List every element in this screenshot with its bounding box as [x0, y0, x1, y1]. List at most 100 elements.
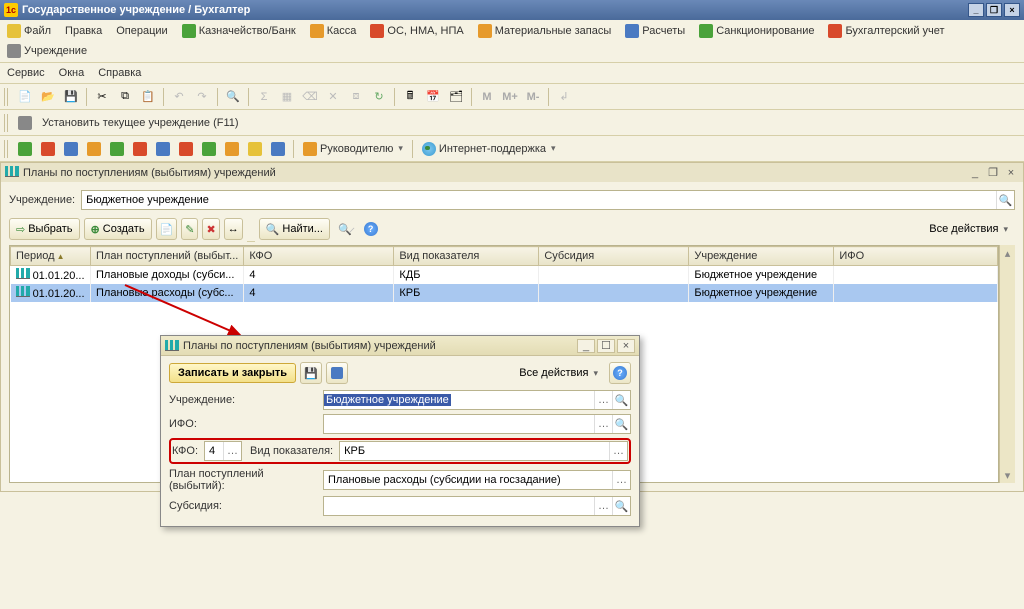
- tb-ext-5[interactable]: ⧈: [346, 87, 366, 107]
- sec-10[interactable]: [222, 139, 242, 159]
- restore-button[interactable]: ❐: [986, 3, 1002, 17]
- copy-row-button[interactable]: 📄: [156, 218, 178, 240]
- dlg-kfo-pick[interactable]: …: [223, 442, 241, 460]
- redo-button[interactable]: ↷: [192, 87, 212, 107]
- col-plan[interactable]: План поступлений (выбыт...: [91, 247, 244, 266]
- sec-4[interactable]: [84, 139, 104, 159]
- grid-scrollbar[interactable]: ▴ ▾: [999, 245, 1015, 483]
- open-button[interactable]: 📂: [38, 87, 58, 107]
- dlg-vid-pick[interactable]: …: [609, 442, 627, 460]
- menu-service[interactable]: Сервис: [4, 65, 48, 81]
- save-button[interactable]: 💾: [61, 87, 81, 107]
- dlg-plan-pick[interactable]: …: [612, 471, 630, 489]
- dialog-save-button[interactable]: 💾: [300, 362, 322, 384]
- col-period[interactable]: Период▲: [11, 247, 91, 266]
- calendar-button[interactable]: 📅: [423, 87, 443, 107]
- dialog-all-actions[interactable]: Все действия: [512, 362, 605, 384]
- find-list-button[interactable]: 🔍Найти...: [259, 218, 330, 240]
- dlg-sub-search[interactable]: 🔍: [612, 497, 630, 515]
- select-button[interactable]: ⇨Выбрать: [9, 218, 80, 240]
- menu-file[interactable]: Файл: [4, 22, 54, 40]
- scroll-down-button[interactable]: ▾: [1000, 467, 1015, 483]
- dlg-vid-input[interactable]: [340, 445, 609, 457]
- m-button[interactable]: M: [477, 87, 497, 107]
- org-field[interactable]: 🔍: [81, 190, 1015, 210]
- dlg-plan-input[interactable]: [324, 474, 612, 486]
- tb-ext-6[interactable]: 🗂: [446, 87, 466, 107]
- subwindow-restore[interactable]: ❐: [985, 166, 1001, 180]
- dialog-close[interactable]: ×: [617, 339, 635, 353]
- menu-operations[interactable]: Операции: [113, 23, 170, 39]
- tb-ext-4[interactable]: ✕: [323, 87, 343, 107]
- org-search-button[interactable]: 🔍: [996, 191, 1014, 209]
- subwindow-close[interactable]: ×: [1003, 166, 1019, 180]
- dialog-extra-button[interactable]: [326, 362, 348, 384]
- dlg-kfo-field[interactable]: …: [204, 441, 242, 461]
- menu-treasury[interactable]: Казначейство/Банк: [179, 22, 299, 40]
- table-row[interactable]: 01.01.20... Плановые расходы (субс... 4 …: [11, 284, 998, 302]
- save-close-button[interactable]: Записать и закрыть: [169, 363, 296, 383]
- col-org[interactable]: Учреждение: [689, 247, 834, 266]
- dlg-org-pick[interactable]: …: [594, 391, 612, 409]
- menu-os[interactable]: ОС, НМА, НПА: [367, 22, 466, 40]
- col-ifo[interactable]: ИФО: [834, 247, 998, 266]
- menu-materials[interactable]: Материальные запасы: [475, 22, 615, 40]
- tb-ext-8[interactable]: ↲: [554, 87, 574, 107]
- minimize-button[interactable]: _: [968, 3, 984, 17]
- menu-edit[interactable]: Правка: [62, 23, 105, 39]
- clear-filter-button[interactable]: 🔍̷: [334, 218, 356, 240]
- dialog-help-button[interactable]: ?: [609, 362, 631, 384]
- paste-button[interactable]: 📋: [138, 87, 158, 107]
- calculator-button[interactable]: 🖩: [400, 87, 420, 107]
- close-button[interactable]: ×: [1004, 3, 1020, 17]
- set-org-button[interactable]: Установить текущее учреждение (F11): [38, 115, 243, 131]
- menu-calc[interactable]: Расчеты: [622, 22, 688, 40]
- sec-2[interactable]: [38, 139, 58, 159]
- create-button[interactable]: ⊕Создать: [84, 218, 152, 240]
- tb-ext-2[interactable]: ▦: [277, 87, 297, 107]
- sec-12[interactable]: [268, 139, 288, 159]
- sec-9[interactable]: [199, 139, 219, 159]
- dialog-maximize[interactable]: ☐: [597, 339, 615, 353]
- all-actions-menu[interactable]: Все действия: [922, 218, 1015, 240]
- dlg-vid-field[interactable]: …: [339, 441, 628, 461]
- m-minus-button[interactable]: M-: [523, 87, 543, 107]
- dlg-sub-input[interactable]: [324, 500, 594, 512]
- sec-11[interactable]: [245, 139, 265, 159]
- menu-account[interactable]: Бухгалтерский учет: [825, 22, 947, 40]
- sec-6[interactable]: [130, 139, 150, 159]
- dlg-ifo-field[interactable]: … 🔍: [323, 414, 631, 434]
- find-button[interactable]: 🔍: [223, 87, 243, 107]
- menu-org[interactable]: Учреждение: [4, 42, 90, 60]
- dlg-plan-field[interactable]: …: [323, 470, 631, 490]
- sec-5[interactable]: [107, 139, 127, 159]
- org-input[interactable]: [82, 194, 996, 206]
- new-doc-button[interactable]: 📄: [15, 87, 35, 107]
- sec-1[interactable]: [15, 139, 35, 159]
- dlg-ifo-pick[interactable]: …: [594, 415, 612, 433]
- sec-3[interactable]: [61, 139, 81, 159]
- col-sub[interactable]: Субсидия: [539, 247, 689, 266]
- dlg-sub-pick[interactable]: …: [594, 497, 612, 515]
- manager-menu[interactable]: Руководителю: [299, 140, 407, 158]
- tb-ext-1[interactable]: Σ: [254, 87, 274, 107]
- delete-row-button[interactable]: ✖: [202, 218, 219, 240]
- sec-8[interactable]: [176, 139, 196, 159]
- dlg-org-search[interactable]: 🔍: [612, 391, 630, 409]
- menu-windows[interactable]: Окна: [56, 65, 88, 81]
- refresh-button[interactable]: ↻: [369, 87, 389, 107]
- copy-button[interactable]: ⧉: [115, 87, 135, 107]
- cut-button[interactable]: ✂: [92, 87, 112, 107]
- refresh-list-button[interactable]: ↔: [224, 218, 243, 240]
- menu-kassa[interactable]: Касса: [307, 22, 360, 40]
- dlg-ifo-input[interactable]: [324, 418, 594, 430]
- dialog-minimize[interactable]: _: [577, 339, 595, 353]
- sec-7[interactable]: [153, 139, 173, 159]
- table-row[interactable]: 01.01.20... Плановые доходы (субси... 4 …: [11, 266, 998, 285]
- menu-sanction[interactable]: Санкционирование: [696, 22, 817, 40]
- inet-support-menu[interactable]: Интернет-поддержка: [418, 140, 560, 158]
- dlg-org-field[interactable]: Бюджетное учреждение … 🔍: [323, 390, 631, 410]
- col-kfo[interactable]: КФО: [244, 247, 394, 266]
- dlg-ifo-search[interactable]: 🔍: [612, 415, 630, 433]
- m-plus-button[interactable]: M+: [500, 87, 520, 107]
